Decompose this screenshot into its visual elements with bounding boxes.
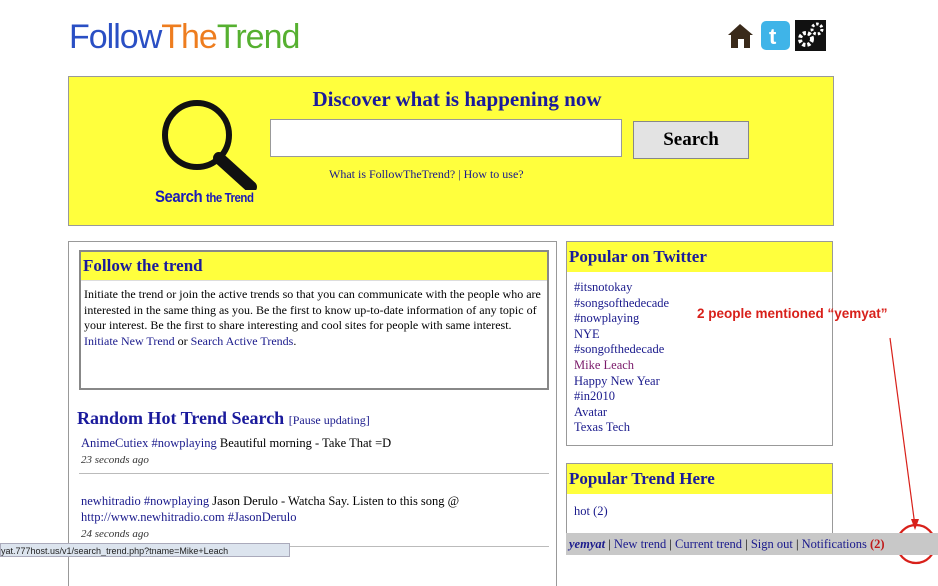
user-toolbar: yemyat | New trend | Current trend | Sig… — [566, 533, 938, 555]
bar-separator: | — [669, 537, 672, 551]
username-link[interactable]: yemyat — [569, 537, 605, 551]
bar-separator: | — [608, 537, 611, 551]
current-trend-link[interactable]: Current trend — [675, 537, 742, 551]
bar-separator: | — [795, 537, 799, 551]
status-bar-url: yat.777host.us/v1/search_trend.php?tname… — [0, 543, 290, 557]
annotation-arrow — [889, 337, 937, 565]
new-trend-link[interactable]: New trend — [614, 537, 666, 551]
notifications-count[interactable]: (2) — [870, 537, 885, 551]
sign-out-link[interactable]: Sign out — [751, 537, 793, 551]
bar-separator: | — [745, 537, 748, 551]
notifications-link[interactable]: Notifications — [802, 537, 867, 551]
